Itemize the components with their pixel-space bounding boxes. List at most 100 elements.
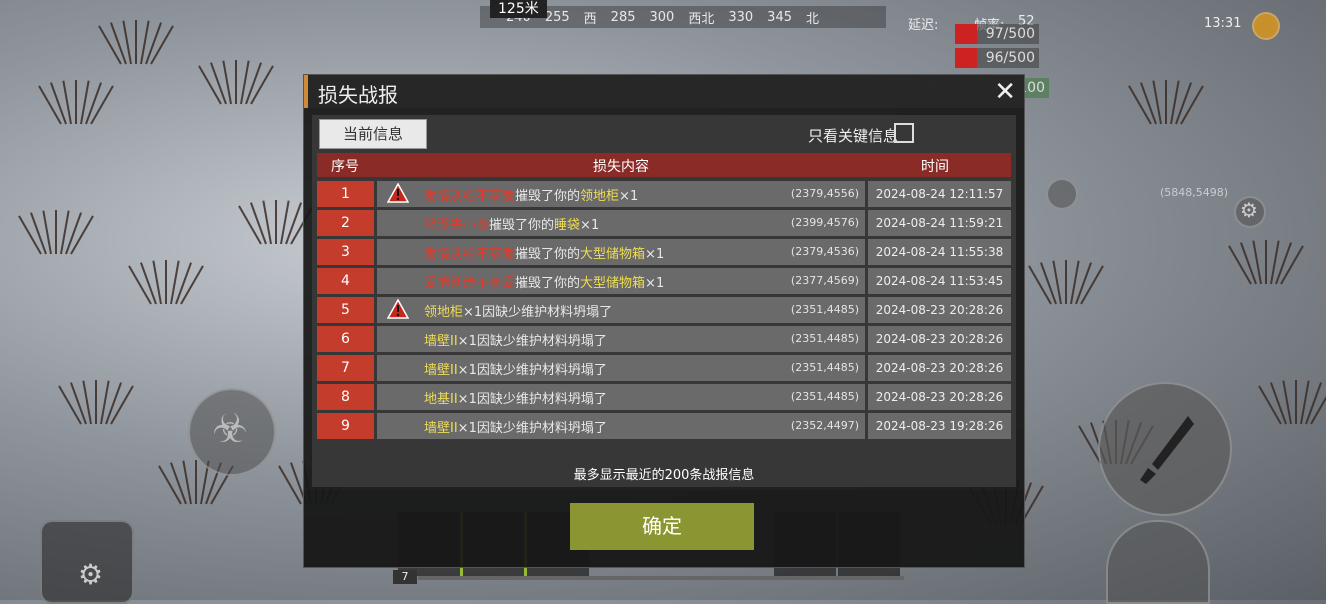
latency-label: 延迟: bbox=[908, 18, 939, 33]
row-coordinates: (2351,4485) bbox=[790, 390, 859, 403]
table-row: 6 墙壁II×1因缺少维护材料坍塌了 (2351,4485) 2024-08-23 2… bbox=[317, 326, 1011, 352]
player-name: 轻浮失小嗨 bbox=[424, 218, 490, 233]
xp-bar bbox=[418, 576, 904, 580]
row-time: 2024-08-24 11:59:21 bbox=[868, 210, 1011, 236]
table-row: 7 墙壁II×1因缺少维护材料坍塌了 (2351,4485) 2024-08-23 2… bbox=[317, 355, 1011, 381]
row-index: 4 bbox=[317, 268, 374, 294]
build-button[interactable]: ⚙ bbox=[40, 520, 134, 604]
message-text: ×1因缺少维护材料坍塌了 bbox=[457, 421, 607, 436]
row-content: 轻浮失小嗨摧毁了你的睡袋×1 (2399,4576) bbox=[377, 210, 865, 236]
row-message: 领地柜×1因缺少维护材料坍塌了 bbox=[424, 301, 612, 320]
row-content: 墙壁II×1因缺少维护材料坍塌了 (2351,4485) bbox=[377, 326, 865, 352]
column-header-index: 序号 bbox=[331, 159, 359, 175]
coin-icon[interactable] bbox=[1252, 12, 1280, 40]
item-name: 领地柜 bbox=[580, 189, 620, 204]
row-time: 2024-08-24 12:11:57 bbox=[868, 181, 1011, 207]
crouch-button[interactable] bbox=[1106, 520, 1210, 604]
row-message: 墙壁II×1因缺少维护材料坍塌了 bbox=[424, 417, 607, 436]
row-coordinates: (2379,4536) bbox=[790, 245, 859, 258]
filter-key-only-label: 只看关键信息 bbox=[807, 127, 898, 145]
row-content: 地基II×1因缺少维护材料坍塌了 (2351,4485) bbox=[377, 384, 865, 410]
row-message: 墙壁II×1因缺少维护材料坍塌了 bbox=[424, 330, 607, 349]
compass-tick: 345 bbox=[767, 9, 792, 25]
message-text: 摧毁了你的 bbox=[515, 276, 581, 291]
dialog-header: 损失战报 ✕ bbox=[304, 75, 1024, 108]
water-bar: 96/500 bbox=[955, 48, 1039, 68]
grass-blade bbox=[1295, 380, 1297, 424]
row-coordinates: (2351,4485) bbox=[790, 303, 859, 316]
message-text: ×1因缺少维护材料坍塌了 bbox=[463, 305, 613, 320]
row-content: 墙壁II×1因缺少维护材料坍塌了 (2351,4485) bbox=[377, 355, 865, 381]
compass-tick: 330 bbox=[728, 9, 754, 25]
food-value: 97/500 bbox=[985, 26, 1035, 42]
row-content: 爱情别给不事爱摧毁了你的领地柜×1 (2379,4556) bbox=[377, 181, 865, 207]
compass-tick: 北 bbox=[806, 11, 820, 27]
gear-icon: ⚙ bbox=[1240, 198, 1258, 222]
player-name: 爱情别给不事爱 bbox=[424, 189, 516, 204]
emote-button[interactable] bbox=[1046, 178, 1078, 210]
gear-icon: ⚙ bbox=[78, 558, 104, 591]
water-icon bbox=[955, 48, 977, 68]
row-content: 爱情别给不事爱摧毁了你的大型储物箱×1 (2377,4569) bbox=[377, 268, 865, 294]
row-index: 8 bbox=[317, 384, 374, 410]
row-index: 5 bbox=[317, 297, 374, 323]
item-name: 墙壁II bbox=[424, 421, 458, 436]
settings-button[interactable]: ⚙ bbox=[1234, 196, 1266, 228]
row-message: 爱情别给不事爱摧毁了你的领地柜×1 bbox=[424, 185, 638, 204]
message-text: ×1因缺少维护材料坍塌了 bbox=[457, 334, 607, 349]
footer-note: 最多显示最近的200条战报信息 bbox=[573, 468, 755, 483]
row-coordinates: (2377,4569) bbox=[790, 274, 859, 287]
table-row: 2 轻浮失小嗨摧毁了你的睡袋×1 (2399,4576) 2024-08-24 11:… bbox=[317, 210, 1011, 236]
tab-current-info[interactable]: 当前信息 bbox=[319, 119, 427, 149]
table-row: 3 爱情别给不事爱摧毁了你的大型储物箱×1 (2379,4536) 2024-08-2… bbox=[317, 239, 1011, 265]
row-time: 2024-08-23 19:28:26 bbox=[868, 413, 1011, 439]
row-coordinates: (2399,4576) bbox=[790, 216, 859, 229]
grass-blade bbox=[1265, 240, 1267, 284]
loss-report-dialog: 损失战报 ✕ 当前信息 只看关键信息 序号 损失内容 时间 1 爱情别给不事爱摧毁… bbox=[303, 74, 1025, 568]
item-name: 地基II bbox=[424, 392, 458, 407]
biohazard-button[interactable]: ☣ bbox=[188, 388, 276, 476]
row-message: 轻浮失小嗨摧毁了你的睡袋×1 bbox=[424, 214, 599, 233]
level-badge: 7 bbox=[393, 570, 417, 584]
row-time: 2024-08-23 20:28:26 bbox=[868, 355, 1011, 381]
table-row: 1 爱情别给不事爱摧毁了你的领地柜×1 (2379,4556) 2024-08-24 … bbox=[317, 181, 1011, 207]
compass-tick: 300 bbox=[649, 9, 675, 25]
biohazard-icon: ☣ bbox=[212, 406, 248, 452]
knife-icon bbox=[1140, 416, 1194, 484]
close-icon[interactable]: ✕ bbox=[994, 77, 1016, 107]
attack-button[interactable] bbox=[1098, 382, 1232, 516]
message-text: ×1 bbox=[645, 247, 665, 262]
table-row: 4 爱情别给不事爱摧毁了你的大型储物箱×1 (2377,4569) 2024-08-2… bbox=[317, 268, 1011, 294]
item-name: 睡袋 bbox=[554, 218, 581, 233]
message-text: ×1 bbox=[580, 218, 600, 233]
grass-blade bbox=[235, 60, 237, 104]
top-hud: 240255西285300西北330345北 125米 延迟: 帧率: 52 1… bbox=[0, 0, 1326, 40]
table-header: 序号 损失内容 时间 bbox=[317, 153, 1011, 177]
row-index: 7 bbox=[317, 355, 374, 381]
item-name: 墙壁II bbox=[424, 363, 458, 378]
filter-key-only-checkbox[interactable] bbox=[894, 123, 914, 143]
compass-tick: 西北 bbox=[688, 11, 715, 27]
row-index: 1 bbox=[317, 181, 374, 207]
column-header-time: 时间 bbox=[921, 159, 949, 175]
message-text: ×1 bbox=[645, 276, 665, 291]
map-coords: (5848,5498) bbox=[1160, 186, 1229, 199]
table-row: 9 墙壁II×1因缺少维护材料坍塌了 (2352,4497) 2024-08-23 1… bbox=[317, 413, 1011, 439]
message-text: ×1 bbox=[619, 189, 639, 204]
row-content: 墙壁II×1因缺少维护材料坍塌了 (2352,4497) bbox=[377, 413, 865, 439]
message-text: ×1因缺少维护材料坍塌了 bbox=[457, 392, 607, 407]
row-message: 爱情别给不事爱摧毁了你的大型储物箱×1 bbox=[424, 243, 664, 262]
player-name: 爱情别给不事爱 bbox=[424, 276, 516, 291]
row-message: 墙壁II×1因缺少维护材料坍塌了 bbox=[424, 359, 607, 378]
row-time: 2024-08-23 20:28:26 bbox=[868, 384, 1011, 410]
row-index: 2 bbox=[317, 210, 374, 236]
row-coordinates: (2351,4485) bbox=[790, 332, 859, 345]
row-index: 3 bbox=[317, 239, 374, 265]
grass-blade bbox=[195, 460, 197, 504]
grass-blade bbox=[1165, 80, 1167, 124]
player-name: 爱情别给不事爱 bbox=[424, 247, 516, 262]
grass-blade bbox=[55, 210, 57, 254]
warning-icon bbox=[387, 183, 409, 203]
row-coordinates: (2352,4497) bbox=[790, 419, 859, 432]
confirm-button[interactable]: 确定 bbox=[570, 503, 754, 550]
